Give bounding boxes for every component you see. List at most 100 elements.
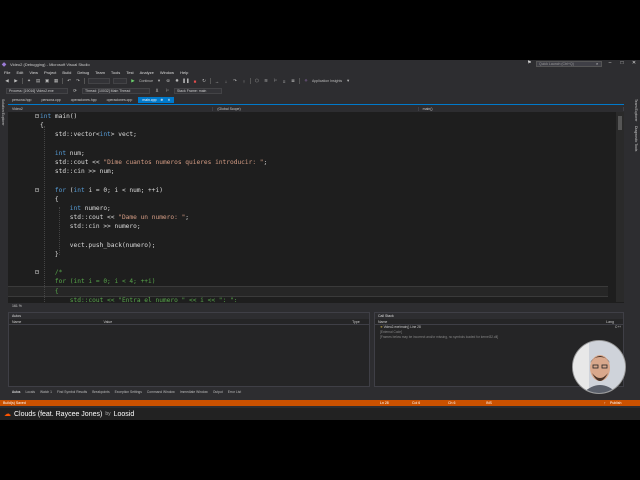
code-line[interactable]: for (int i = 0; i < num; ++i): [8, 186, 608, 195]
code-line[interactable]: std::cin >> num;: [8, 167, 608, 176]
zoom-level[interactable]: 161 %: [8, 303, 624, 309]
thread-select[interactable]: Thread: [10032] Main Thread: [82, 87, 150, 94]
tab-immediate-window[interactable]: Immediate Window: [180, 390, 208, 394]
step-out-icon[interactable]: ↑: [241, 78, 247, 84]
menu-window[interactable]: Window: [160, 70, 174, 75]
code-line[interactable]: [8, 140, 608, 149]
pin-icon[interactable]: ⊚: [165, 78, 171, 84]
menu-debug[interactable]: Debug: [77, 70, 89, 75]
menu-team[interactable]: Team: [95, 70, 105, 75]
restart-icon[interactable]: ↻: [201, 78, 207, 84]
autos-col-value[interactable]: Value: [101, 319, 350, 324]
tab-operaciones-cpp[interactable]: operaciones.cpp: [103, 97, 137, 103]
member-dropdown[interactable]: main(): [419, 106, 624, 111]
publish-icon[interactable]: ↑: [604, 400, 606, 406]
maximize-icon[interactable]: □: [618, 60, 626, 66]
minimize-icon[interactable]: –: [606, 60, 614, 66]
stop-icon[interactable]: ■: [192, 78, 198, 84]
lifecycle-icon[interactable]: ⟳: [72, 88, 78, 94]
threads-icon[interactable]: ≋: [263, 78, 269, 84]
code-line[interactable]: std::cin >> numero;: [8, 222, 608, 231]
menu-project[interactable]: Project: [44, 70, 56, 75]
code-line[interactable]: {: [8, 285, 608, 297]
call-stack-row[interactable]: [Frames below may be incorrect and/or mi…: [375, 335, 623, 340]
call-stack-col-lang[interactable]: Lang: [603, 319, 623, 324]
menu-file[interactable]: File: [4, 70, 10, 75]
uncomment-icon[interactable]: ≣: [290, 78, 296, 84]
close-tab-icon[interactable]: ✕: [167, 98, 170, 102]
code-line[interactable]: /*: [8, 268, 608, 277]
hex-icon[interactable]: ⬡: [254, 78, 260, 84]
tab-main-cpp[interactable]: main.cpp ⊕ ✕: [138, 97, 175, 103]
undo-icon[interactable]: ↶: [66, 78, 72, 84]
code-line[interactable]: vect.push_back(numero);: [8, 241, 608, 250]
notification-filter-icon[interactable]: ⚑: [527, 60, 531, 66]
code-area[interactable]: int main(){ std::vector<int> vect; int n…: [8, 112, 608, 302]
save-icon[interactable]: ▣: [44, 78, 50, 84]
diagnostic-tools-tab[interactable]: Diagnostic Tools: [634, 126, 638, 151]
continue-icon[interactable]: ▶: [130, 78, 136, 84]
code-line[interactable]: [8, 176, 608, 185]
menu-view[interactable]: View: [29, 70, 38, 75]
project-dropdown[interactable]: Video2: [8, 106, 214, 111]
tab-operaciones-hpp[interactable]: operaciones.hpp: [67, 97, 101, 103]
code-line[interactable]: int num;: [8, 149, 608, 158]
fire-icon[interactable]: ✸: [174, 78, 180, 84]
editor-scrollbar[interactable]: [616, 112, 624, 302]
stack-frame-select[interactable]: Stack Frame: main: [174, 87, 222, 94]
tab-output[interactable]: Output: [213, 390, 223, 394]
application-insights-icon[interactable]: ✧: [303, 78, 309, 84]
menu-edit[interactable]: Edit: [16, 70, 23, 75]
tab-persona-hpp[interactable]: persona.hpp: [8, 97, 35, 103]
save-all-icon[interactable]: ▦: [53, 78, 59, 84]
pause-icon[interactable]: ❚❚: [182, 78, 190, 84]
step-into-icon[interactable]: ↓: [223, 78, 229, 84]
collapse-toggle-icon[interactable]: −: [35, 187, 39, 192]
dropdown-icon[interactable]: ▾: [345, 78, 351, 84]
autos-col-name[interactable]: Name: [9, 319, 101, 324]
code-line[interactable]: {: [8, 195, 608, 204]
code-line[interactable]: std::cout << "Dame un numero: ";: [8, 213, 608, 222]
dropdown-icon[interactable]: ▾: [156, 78, 162, 84]
process-select[interactable]: Process: [19016] Video2.exe: [6, 87, 68, 94]
autos-col-type[interactable]: Type: [349, 319, 369, 324]
open-file-icon[interactable]: ▤: [35, 78, 41, 84]
solution-explorer-tab[interactable]: Solution Explorer: [1, 99, 5, 126]
scope-dropdown[interactable]: (Global Scope): [213, 106, 419, 111]
flag-icon[interactable]: ⚐: [164, 88, 170, 94]
close-icon[interactable]: ✕: [630, 60, 638, 66]
menu-test[interactable]: Test: [126, 70, 133, 75]
call-stack-col-name[interactable]: Name: [375, 319, 603, 324]
platform-select[interactable]: [113, 78, 127, 84]
show-next-statement-icon[interactable]: →: [214, 78, 220, 84]
tab-breakpoints[interactable]: Breakpoints: [92, 390, 109, 394]
code-line[interactable]: }: [8, 250, 608, 259]
code-line[interactable]: int numero;: [8, 204, 608, 213]
quick-launch-input[interactable]: Quick Launch (Ctrl+Q): [536, 61, 602, 67]
code-line[interactable]: std::cout << "Entra el numero " << i << …: [8, 296, 608, 302]
new-project-icon[interactable]: ✦: [26, 78, 32, 84]
tab-find-symbol-results[interactable]: Find Symbol Results: [57, 390, 87, 394]
code-line[interactable]: [8, 259, 608, 268]
bookmark-icon[interactable]: ⚐: [272, 78, 278, 84]
tab-error-list[interactable]: Error List: [228, 390, 241, 394]
config-select[interactable]: [88, 78, 110, 84]
step-over-icon[interactable]: ↷: [232, 78, 238, 84]
menu-help[interactable]: Help: [180, 70, 188, 75]
tab-command-window[interactable]: Command Window: [147, 390, 175, 394]
code-line[interactable]: {: [8, 121, 608, 130]
tab-locals[interactable]: Locals: [25, 390, 35, 394]
menu-analyze[interactable]: Analyze: [140, 70, 154, 75]
redo-icon[interactable]: ↷: [75, 78, 81, 84]
pin-tab-icon[interactable]: ⊕: [161, 98, 164, 102]
tab-exception-settings[interactable]: Exception Settings: [115, 390, 142, 394]
tab-persona-cpp[interactable]: persona.cpp: [37, 97, 64, 103]
publish-button[interactable]: Publish: [610, 400, 621, 406]
collapse-toggle-icon[interactable]: −: [35, 114, 39, 119]
search-icon[interactable]: ⌕: [596, 61, 598, 66]
application-insights-button[interactable]: Application Insights: [312, 79, 342, 83]
tab-watch-1[interactable]: Watch 1: [40, 390, 52, 394]
code-line[interactable]: int main(): [8, 112, 608, 121]
collapse-toggle-icon[interactable]: −: [35, 270, 39, 275]
code-line[interactable]: std::vector<int> vect;: [8, 130, 608, 139]
